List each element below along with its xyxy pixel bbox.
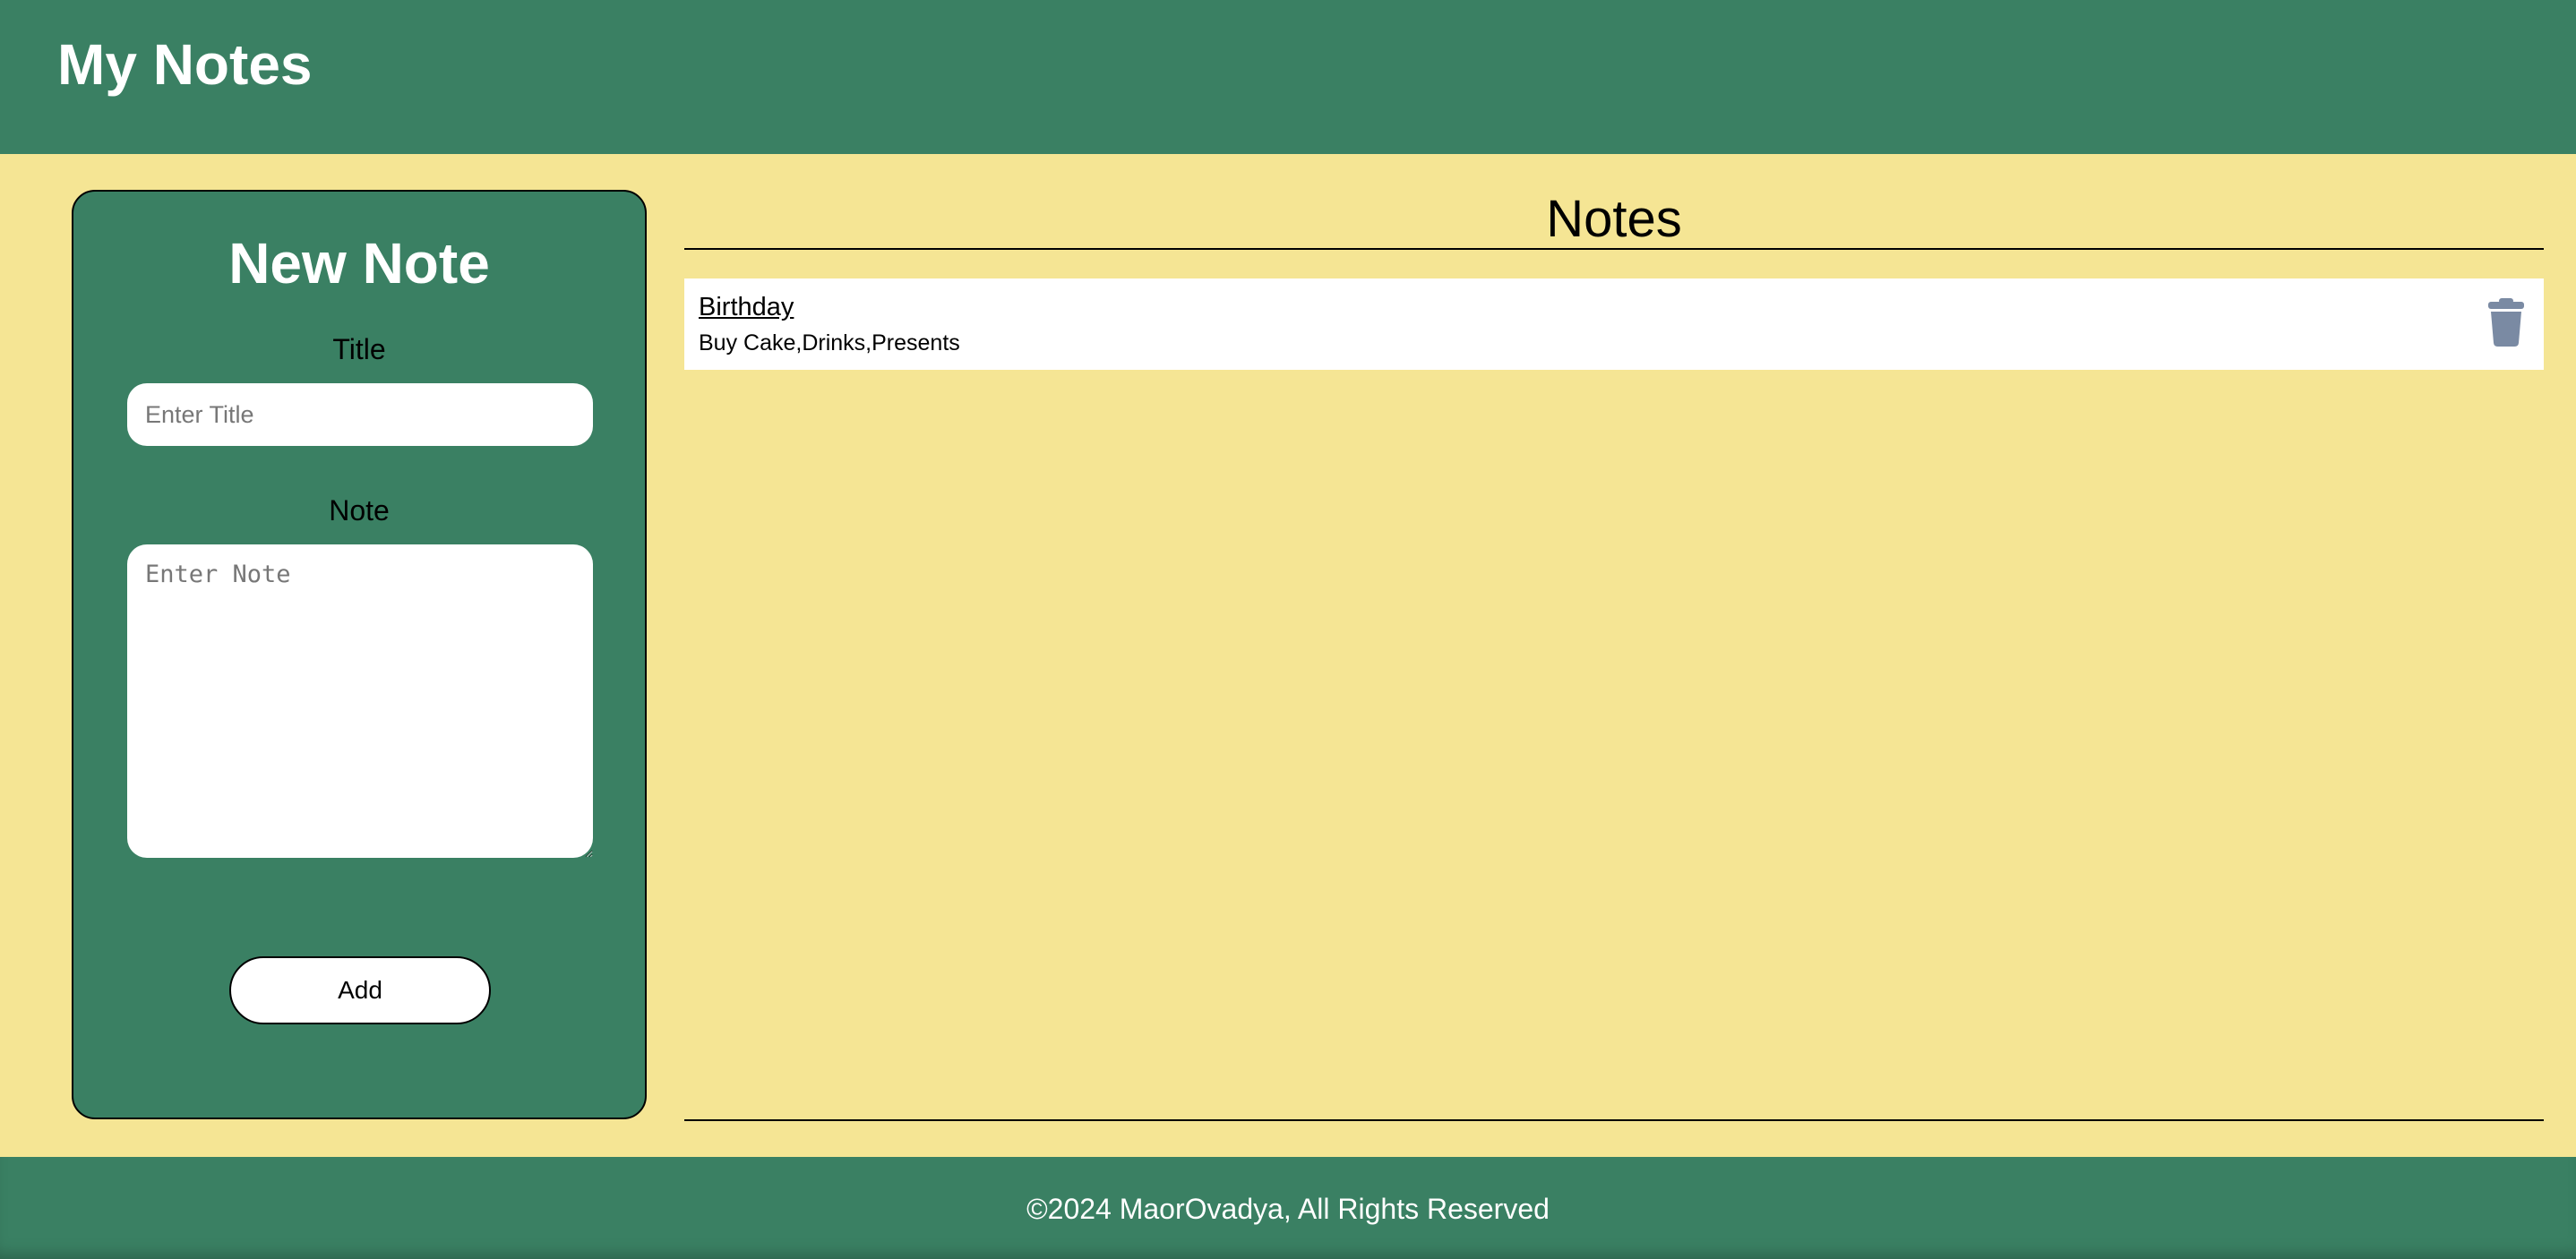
note-title-link[interactable]: Birthday — [699, 291, 794, 323]
note-card: Birthday Buy Cake,Drinks,Presents — [684, 278, 2544, 370]
notes-heading: Notes — [1546, 190, 1682, 248]
note-label: Note — [329, 494, 390, 527]
new-note-panel: New Note Title Note Add — [72, 190, 647, 1119]
footer-copyright: ©2024 MaorOvadya, All Rights Reserved — [1026, 1193, 1550, 1225]
title-input[interactable] — [127, 383, 593, 446]
note-textarea[interactable] — [127, 544, 593, 858]
notes-divider-bottom — [684, 1119, 2544, 1121]
app-footer: ©2024 MaorOvadya, All Rights Reserved — [0, 1157, 2576, 1259]
new-note-title: New Note — [228, 231, 490, 295]
app-header: My Notes — [0, 0, 2576, 154]
delete-note-button[interactable] — [2486, 298, 2526, 347]
title-label: Title — [332, 333, 386, 365]
app-title: My Notes — [57, 32, 313, 97]
add-button[interactable]: Add — [229, 956, 491, 1024]
note-body: Buy Cake,Drinks,Presents — [699, 330, 960, 355]
notes-divider-top — [684, 248, 2544, 250]
trash-icon — [2486, 298, 2526, 347]
